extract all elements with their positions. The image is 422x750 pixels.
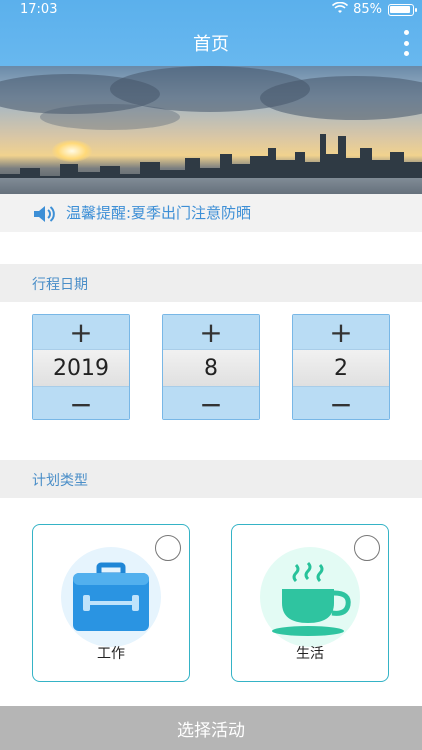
month-picker: + 8 − xyxy=(162,314,260,420)
date-section-title: 行程日期 xyxy=(32,277,88,293)
more-menu-icon[interactable] xyxy=(402,30,410,56)
notice-text: 温馨提醒:夏季出门注意防晒 xyxy=(66,204,252,222)
wifi-icon xyxy=(331,1,349,18)
year-picker: + 2019 − xyxy=(32,314,130,420)
briefcase-icon xyxy=(61,547,161,647)
day-decrement-button[interactable]: − xyxy=(293,387,389,419)
notice-bar: 温馨提醒:夏季出门注意防晒 xyxy=(0,194,422,232)
battery-percent: 85% xyxy=(353,2,382,17)
day-value: 2 xyxy=(293,349,389,387)
year-increment-button[interactable]: + xyxy=(33,315,129,349)
life-label: 生活 xyxy=(296,646,324,662)
month-decrement-button[interactable]: − xyxy=(163,387,259,419)
day-picker: + 2 − xyxy=(292,314,390,420)
date-section-header: 行程日期 xyxy=(0,264,422,302)
page-title: 首页 xyxy=(193,34,229,55)
work-label: 工作 xyxy=(97,646,125,662)
work-radio[interactable] xyxy=(155,535,181,561)
status-time: 17:03 xyxy=(20,2,58,17)
year-value: 2019 xyxy=(33,349,129,387)
status-bar: 17:03 85% xyxy=(0,0,422,20)
year-decrement-button[interactable]: − xyxy=(33,387,129,419)
city-banner-image xyxy=(0,66,422,194)
plan-card-life[interactable]: 生活 xyxy=(231,524,389,682)
plan-section-title: 计划类型 xyxy=(32,473,88,489)
day-increment-button[interactable]: + xyxy=(293,315,389,349)
month-value: 8 xyxy=(163,349,259,387)
plan-card-work[interactable]: 工作 xyxy=(32,524,190,682)
life-radio[interactable] xyxy=(354,535,380,561)
app-header: 17:03 85% 首页 xyxy=(0,0,422,66)
plan-section-header: 计划类型 xyxy=(0,460,422,498)
month-increment-button[interactable]: + xyxy=(163,315,259,349)
coffee-cup-icon xyxy=(260,547,360,647)
battery-icon xyxy=(388,4,417,16)
speaker-icon xyxy=(32,204,56,224)
select-activity-button[interactable]: 选择活动 xyxy=(0,706,422,750)
